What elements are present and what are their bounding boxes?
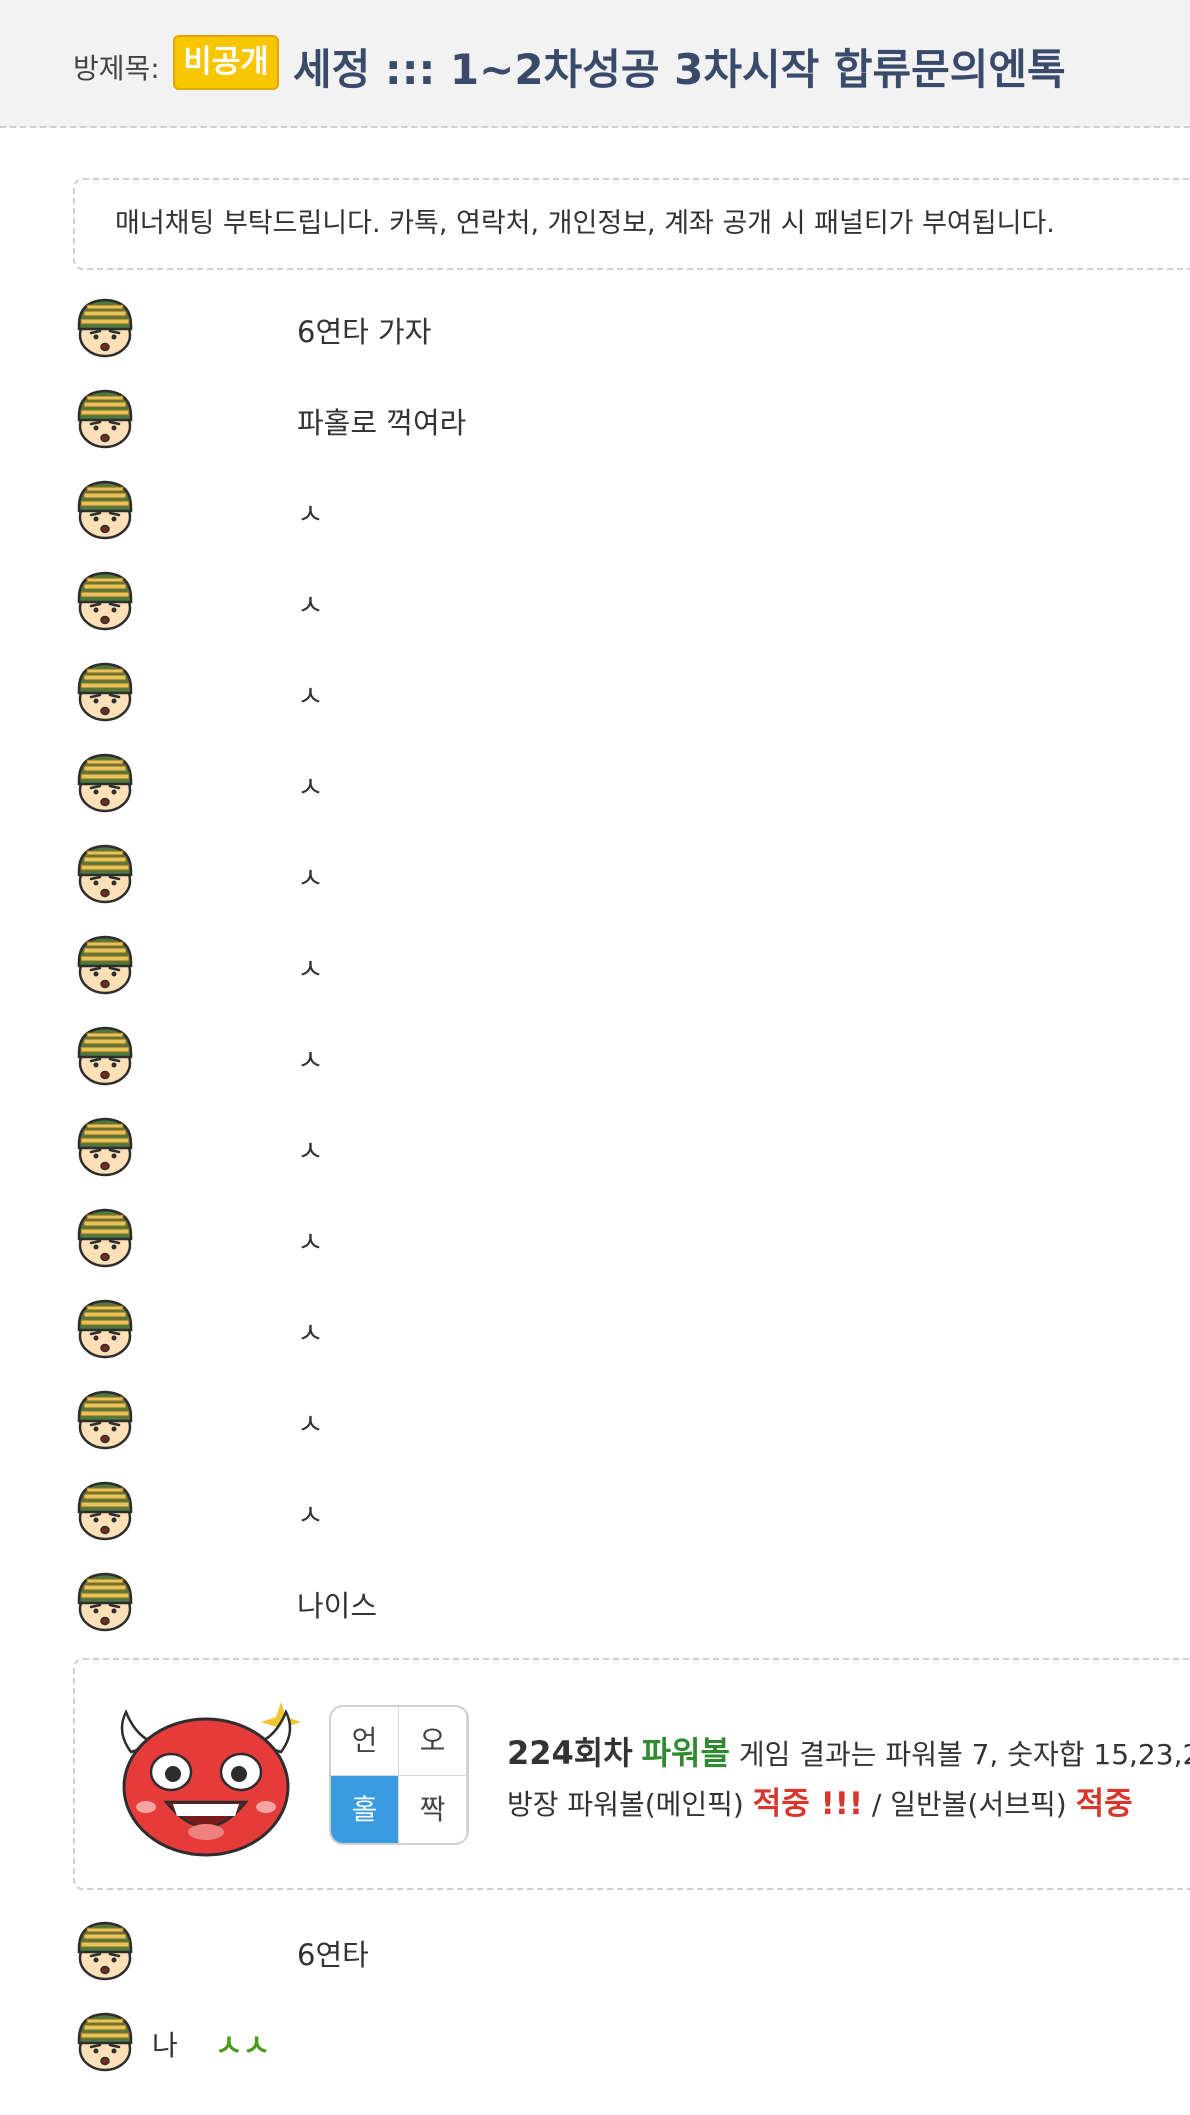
message-text: ㅅ [297,1225,324,1259]
message-text: ㅅ [297,1407,324,1441]
avatar [73,1478,137,1542]
sub-pick-label: 일반볼(서브픽) [890,1788,1067,1821]
message-text: ㅅ [297,588,324,622]
chat-message: ㅅ [0,1114,1190,1184]
room-title: 세정 ::: 1~2차성공 3차시작 합류문의엔톡 [293,45,1066,94]
chat-message: ㅅ [0,659,1190,729]
message-text: ㅅ [297,497,324,531]
main-pick-label: 방장 파워볼(메인픽) [507,1788,744,1821]
avatar [73,568,137,632]
chat-message: ㅅ [0,932,1190,1002]
grid-cell-o: 오 [399,1707,467,1776]
message-text: 6연타 가자 [297,315,432,349]
avatar [73,477,137,541]
message-text: ㅅ [297,1134,324,1168]
message-text: ㅅ [297,1043,324,1077]
message-text: ㅅ [297,770,324,804]
avatar [73,1387,137,1451]
message-text: 파홀로 꺽여라 [297,406,467,440]
manner-notice: 매너채팅 부탁드립니다. 카톡, 연락처, 개인정보, 계좌 공개 시 패널티가… [73,178,1190,270]
message-text: ㅅ [297,1498,324,1532]
message-text: ㅅ [297,679,324,713]
chat-message: ㅅ [0,1478,1190,1548]
result-line-1: 224회차 파워볼 게임 결과는 파워볼 7, 숫자합 15,23,2 [507,1728,1190,1774]
main-pick-hit: 적중 !!! [752,1786,863,1822]
chat-message: 파홀로 꺽여라 [0,386,1190,456]
devil-emoji-icon [120,1702,301,1857]
room-title-label: 방제목: [73,52,160,85]
avatar [73,1114,137,1178]
chat-message: ㅅ [0,568,1190,638]
chat-message: ㅅ [0,477,1190,547]
chat-message: 6연타 가자 [0,295,1190,365]
avatar [73,1023,137,1087]
avatar [73,932,137,996]
sub-pick-hit: 적중 [1075,1786,1133,1822]
game-name: 파워볼 [641,1734,730,1772]
avatar [73,1569,137,1633]
avatar [73,659,137,723]
message-text: ㅅ [297,861,324,895]
avatar [73,295,137,359]
avatar [73,2009,137,2073]
private-badge: 비공개 [173,35,279,90]
grid-cell-un: 언 [331,1707,399,1776]
message-text: 6연타 [297,1938,369,1972]
room-header: 방제목: 비공개 세정 ::: 1~2차성공 3차시작 합류문의엔톡 [0,0,1190,128]
avatar [73,750,137,814]
chat-message-own: 나 ㅅㅅ [0,2009,1190,2079]
avatar [73,1205,137,1269]
result-detail: 게임 결과는 파워볼 7, 숫자합 15,23,2 [738,1738,1190,1771]
avatar [73,1918,137,1982]
chat-message: ㅅ [0,1023,1190,1093]
chat-message: ㅅ [0,1205,1190,1275]
chat-message: ㅅ [0,841,1190,911]
chat-message: 6연타 [0,1918,1190,1988]
chat-message: ㅅ [0,1387,1190,1457]
separator: / [871,1788,882,1821]
chat-message: 나이스 [0,1569,1190,1639]
avatar [73,1296,137,1360]
result-line-2: 방장 파워볼(메인픽) 적중 !!! / 일반볼(서브픽) 적중 [507,1778,1133,1823]
odd-even-grid: 언 오 홀 짝 [329,1705,469,1845]
nickname-mark: ㅅㅅ [215,2029,271,2064]
own-nickname: 나 [152,2029,178,2062]
grid-cell-even: 짝 [399,1776,467,1843]
avatar [73,841,137,905]
round-number: 224회차 [507,1734,633,1772]
chat-message: ㅅ [0,1296,1190,1366]
message-text: 나이스 [297,1589,378,1623]
chat-message: ㅅ [0,750,1190,820]
game-result-card: 언 오 홀 짝 224회차 파워볼 게임 결과는 파워볼 7, 숫자합 15,2… [73,1658,1190,1890]
message-text: ㅅ [297,952,324,986]
message-text: ㅅ [297,1316,324,1350]
avatar [73,386,137,450]
grid-cell-odd: 홀 [331,1776,399,1843]
